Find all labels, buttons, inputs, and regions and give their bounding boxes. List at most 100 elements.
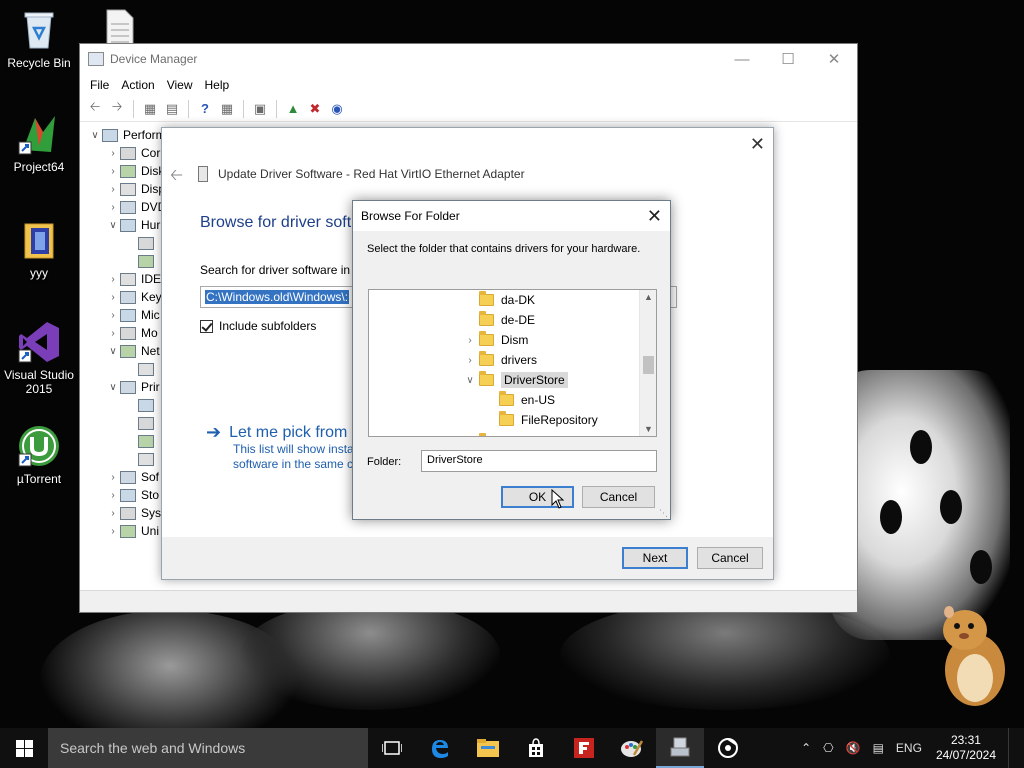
folder-tree-item[interactable]: › Dism <box>461 330 528 350</box>
back-arrow-icon[interactable]: 🡠 <box>170 164 183 191</box>
chevron-right-icon[interactable]: › <box>106 202 120 213</box>
uninstall-icon[interactable]: ✖ <box>306 100 324 118</box>
close-icon[interactable]: ✕ <box>750 134 765 155</box>
enable-device-icon[interactable]: ◉ <box>328 100 346 118</box>
chevron-right-icon[interactable]: › <box>106 508 120 519</box>
chevron-down-icon[interactable]: ∨ <box>461 375 479 386</box>
include-subfolders-checkbox[interactable]: Include subfolders <box>200 319 316 333</box>
scroll-thumb[interactable] <box>643 356 654 374</box>
device-tree-item[interactable] <box>124 450 159 468</box>
folder-input[interactable]: DriverStore <box>421 450 657 472</box>
close-icon[interactable]: ✕ <box>647 206 662 227</box>
show-desktop-button[interactable] <box>1008 728 1024 768</box>
device-tree-item[interactable]: ∨ Perform <box>88 126 165 144</box>
chevron-right-icon[interactable]: › <box>106 274 120 285</box>
chevron-down-icon[interactable]: ∨ <box>106 346 120 357</box>
device-tree-item[interactable] <box>124 432 159 450</box>
desktop-icon-utorrent[interactable]: µTorrent <box>0 424 78 486</box>
input-language[interactable]: ENG <box>890 741 928 755</box>
store-icon[interactable] <box>512 728 560 768</box>
properties-icon[interactable]: ▦ <box>141 100 159 118</box>
chevron-right-icon[interactable]: › <box>461 355 479 366</box>
folder-tree[interactable]: da-DK de-DE › Dism › drivers ∨ DriverStore en-US… <box>368 289 657 437</box>
desktop-icon-recycle-bin[interactable]: Recycle Bin <box>0 8 78 70</box>
taskbar-search-box[interactable]: Search the web and Windows <box>48 728 368 768</box>
dialog-titlebar[interactable]: Browse For Folder <box>353 201 670 231</box>
folder-tree-item[interactable]: FileRepository <box>481 410 598 430</box>
folder-tree-item[interactable]: › drivers <box>461 350 537 370</box>
chevron-down-icon[interactable]: ∨ <box>88 130 102 141</box>
show-hide-icon[interactable]: ▤ <box>163 100 181 118</box>
cancel-button[interactable]: Cancel <box>582 486 655 508</box>
chevron-down-icon[interactable]: ∨ <box>106 382 120 393</box>
device-tree-item[interactable]: › IDE <box>106 270 161 288</box>
device-tree-item[interactable]: › Sof <box>106 468 159 486</box>
device-tree-item[interactable]: › Uni <box>106 522 159 540</box>
chevron-down-icon[interactable]: ∨ <box>106 220 120 231</box>
device-tree-item[interactable]: › Key <box>106 288 161 306</box>
device-tree-item[interactable]: › Mo <box>106 324 157 342</box>
device-tree-item[interactable] <box>124 252 159 270</box>
device-tree-item[interactable]: › DVD <box>106 198 166 216</box>
maximize-button[interactable]: ☐ <box>765 44 811 74</box>
desktop-icon-project64[interactable]: Project64 <box>0 112 78 174</box>
device-tree-item[interactable]: ∨ Hur <box>106 216 160 234</box>
chevron-right-icon[interactable]: › <box>106 148 120 159</box>
device-tree-item[interactable]: › Disp <box>106 180 165 198</box>
forward-arrow-icon[interactable]: 🡢 <box>108 99 126 118</box>
folder-tree-item[interactable]: de-DE <box>461 310 535 330</box>
device-tree-item[interactable] <box>124 396 159 414</box>
chevron-right-icon[interactable]: › <box>106 166 120 177</box>
scroll-down-icon[interactable]: ▼ <box>640 424 656 434</box>
groove-music-icon[interactable] <box>704 728 752 768</box>
device-tree-item[interactable] <box>124 414 159 432</box>
device-tree-item[interactable] <box>124 234 159 252</box>
chevron-right-icon[interactable]: › <box>106 526 120 537</box>
device-tree-item[interactable]: › Cor <box>106 144 160 162</box>
network-warning-icon[interactable]: ⎔ <box>817 741 839 755</box>
chevron-right-icon[interactable]: › <box>106 184 120 195</box>
back-arrow-icon[interactable]: 🡠 <box>86 99 104 118</box>
device-tree-item[interactable]: › Disk <box>106 162 164 180</box>
action-center-icon[interactable]: ▤ <box>867 741 890 755</box>
folder-tree-item[interactable]: da-DK <box>461 290 535 310</box>
desktop-icon-visual-studio[interactable]: Visual Studio 2015 <box>0 320 78 396</box>
menu-action[interactable]: Action <box>115 78 160 92</box>
chevron-right-icon[interactable]: › <box>106 292 120 303</box>
scan-hardware-icon[interactable]: ▣ <box>251 100 269 118</box>
edge-browser-icon[interactable] <box>416 728 464 768</box>
start-button[interactable] <box>0 728 48 768</box>
cancel-button[interactable]: Cancel <box>697 547 763 569</box>
menu-view[interactable]: View <box>161 78 199 92</box>
menu-help[interactable]: Help <box>199 78 236 92</box>
device-tree-item[interactable]: ∨ Prir <box>106 378 159 396</box>
system-clock[interactable]: 23:31 24/07/2024 <box>928 733 1008 763</box>
chevron-right-icon[interactable]: › <box>106 490 120 501</box>
device-tree-item[interactable]: › Mic <box>106 306 159 324</box>
chevron-right-icon[interactable]: › <box>461 335 479 346</box>
folder-tree-item[interactable]: en-US <box>481 390 555 410</box>
filezilla-icon[interactable] <box>560 728 608 768</box>
checkbox-checked[interactable] <box>200 319 213 333</box>
desktop-icon-yyy[interactable]: yyy <box>0 218 78 280</box>
close-button[interactable]: ✕ <box>811 44 857 74</box>
next-button[interactable]: Next <box>622 547 688 569</box>
device-tree-item[interactable] <box>124 360 159 378</box>
view-icon[interactable]: ▦ <box>218 100 236 118</box>
volume-muted-icon[interactable]: 🔇 <box>840 741 867 755</box>
chevron-right-icon[interactable]: › <box>106 472 120 483</box>
show-hidden-icons-chevron-icon[interactable]: ⌃ <box>795 741 817 755</box>
minimize-button[interactable]: — <box>719 44 765 74</box>
scroll-up-icon[interactable]: ▲ <box>640 292 656 302</box>
chevron-right-icon[interactable]: › <box>106 328 120 339</box>
device-tree-item[interactable]: › Sto <box>106 486 159 504</box>
paint-icon[interactable] <box>608 728 656 768</box>
resize-grip-icon[interactable]: ⋱ <box>659 508 668 519</box>
folder-tree-item[interactable]: ∨ DriverStore <box>461 370 568 390</box>
task-view-icon[interactable] <box>368 728 416 768</box>
update-driver-icon[interactable]: ▲ <box>284 100 302 118</box>
help-icon[interactable]: ? <box>196 100 214 118</box>
device-manager-taskbar-icon[interactable] <box>656 728 704 768</box>
device-tree-item[interactable]: › Sys <box>106 504 161 522</box>
vertical-scrollbar[interactable]: ▲ ▼ <box>639 290 656 436</box>
